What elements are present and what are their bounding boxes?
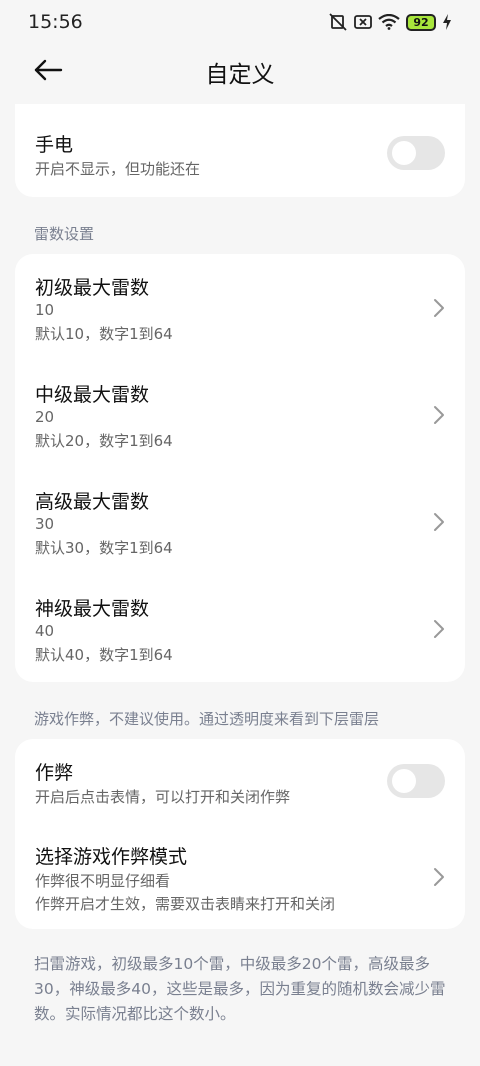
- mine-item-beginner[interactable]: 初级最大雷数 10 默认10，数字1到64: [15, 254, 465, 361]
- flashlight-toggle[interactable]: [387, 136, 445, 170]
- cheat-title: 作弊: [35, 762, 74, 784]
- mine-item-hint: 默认20，数字1到64: [35, 432, 173, 450]
- chevron-right-icon: [434, 299, 444, 317]
- cheat-card: 作弊 开启后点击表情，可以打开和关闭作弊 选择游戏作弊模式 作弊很不明显仔细看 …: [15, 739, 465, 929]
- header: 自定义: [0, 44, 480, 100]
- page-title: 自定义: [205, 62, 275, 88]
- mine-item-title: 高级最大雷数: [35, 491, 150, 513]
- mine-item-title: 初级最大雷数: [35, 277, 150, 299]
- cheat-section-label: 游戏作弊，不建议使用。通过透明度来看到下层雷层: [34, 710, 380, 728]
- status-bar: 15:56 92: [0, 0, 480, 44]
- mine-item-hint: 默认10，数字1到64: [35, 325, 173, 343]
- chevron-right-icon: [434, 620, 444, 638]
- toggle-knob: [392, 769, 416, 793]
- mine-item-title: 中级最大雷数: [35, 384, 150, 406]
- cheat-toggle[interactable]: [387, 764, 445, 798]
- mine-item-value: 40: [35, 622, 55, 640]
- flashlight-row[interactable]: 手电 开启不显示，但功能还在: [15, 104, 465, 197]
- chevron-right-icon: [434, 406, 444, 424]
- footer-note: 扫雷游戏，初级最多10个雷，中级最多20个雷，高级最多30，神级最多40，这些是…: [34, 955, 446, 1023]
- arrow-left-icon: [33, 59, 63, 85]
- cheat-mode-title: 选择游戏作弊模式: [35, 846, 188, 868]
- mine-item-value: 10: [35, 301, 55, 319]
- back-button[interactable]: [30, 56, 66, 88]
- flashlight-card: 手电 开启不显示，但功能还在: [15, 104, 465, 197]
- cheat-subtitle: 开启后点击表情，可以打开和关闭作弊: [35, 788, 291, 806]
- charging-icon: [442, 14, 452, 30]
- mine-section-label: 雷数设置: [34, 225, 95, 243]
- chevron-right-icon: [434, 868, 444, 886]
- cheat-mode-value: 作弊很不明显仔细看: [35, 872, 171, 890]
- cheat-mode-row[interactable]: 选择游戏作弊模式 作弊很不明显仔细看 作弊开启才生效，需要双击表睛来打开和关闭: [15, 823, 465, 929]
- flashlight-subtitle: 开启不显示，但功能还在: [35, 160, 201, 178]
- battery-icon: 92: [406, 13, 436, 31]
- chevron-right-icon: [434, 513, 444, 531]
- toggle-knob: [392, 141, 416, 165]
- mine-item-value: 20: [35, 408, 55, 426]
- mute-vibrate-icon: [328, 13, 348, 31]
- mine-item-value: 30: [35, 515, 55, 533]
- mine-item-god[interactable]: 神级最大雷数 40 默认40，数字1到64: [15, 575, 465, 682]
- status-icons: 92: [328, 13, 452, 31]
- mine-item-intermediate[interactable]: 中级最大雷数 20 默认20，数字1到64: [15, 361, 465, 468]
- flashlight-title: 手电: [35, 134, 74, 156]
- status-time: 15:56: [28, 11, 83, 33]
- mine-item-title: 神级最大雷数: [35, 598, 150, 620]
- mine-item-hint: 默认30，数字1到64: [35, 539, 173, 557]
- cheat-toggle-row[interactable]: 作弊 开启后点击表情，可以打开和关闭作弊: [15, 739, 465, 823]
- mine-item-hint: 默认40，数字1到64: [35, 646, 173, 664]
- sim-error-icon: [354, 14, 372, 30]
- cheat-mode-hint: 作弊开启才生效，需要双击表睛来打开和关闭: [35, 895, 336, 913]
- wifi-icon: [378, 14, 400, 30]
- mine-item-advanced[interactable]: 高级最大雷数 30 默认30，数字1到64: [15, 468, 465, 575]
- mine-settings-card: 初级最大雷数 10 默认10，数字1到64 中级最大雷数 20 默认20，数字1…: [15, 254, 465, 682]
